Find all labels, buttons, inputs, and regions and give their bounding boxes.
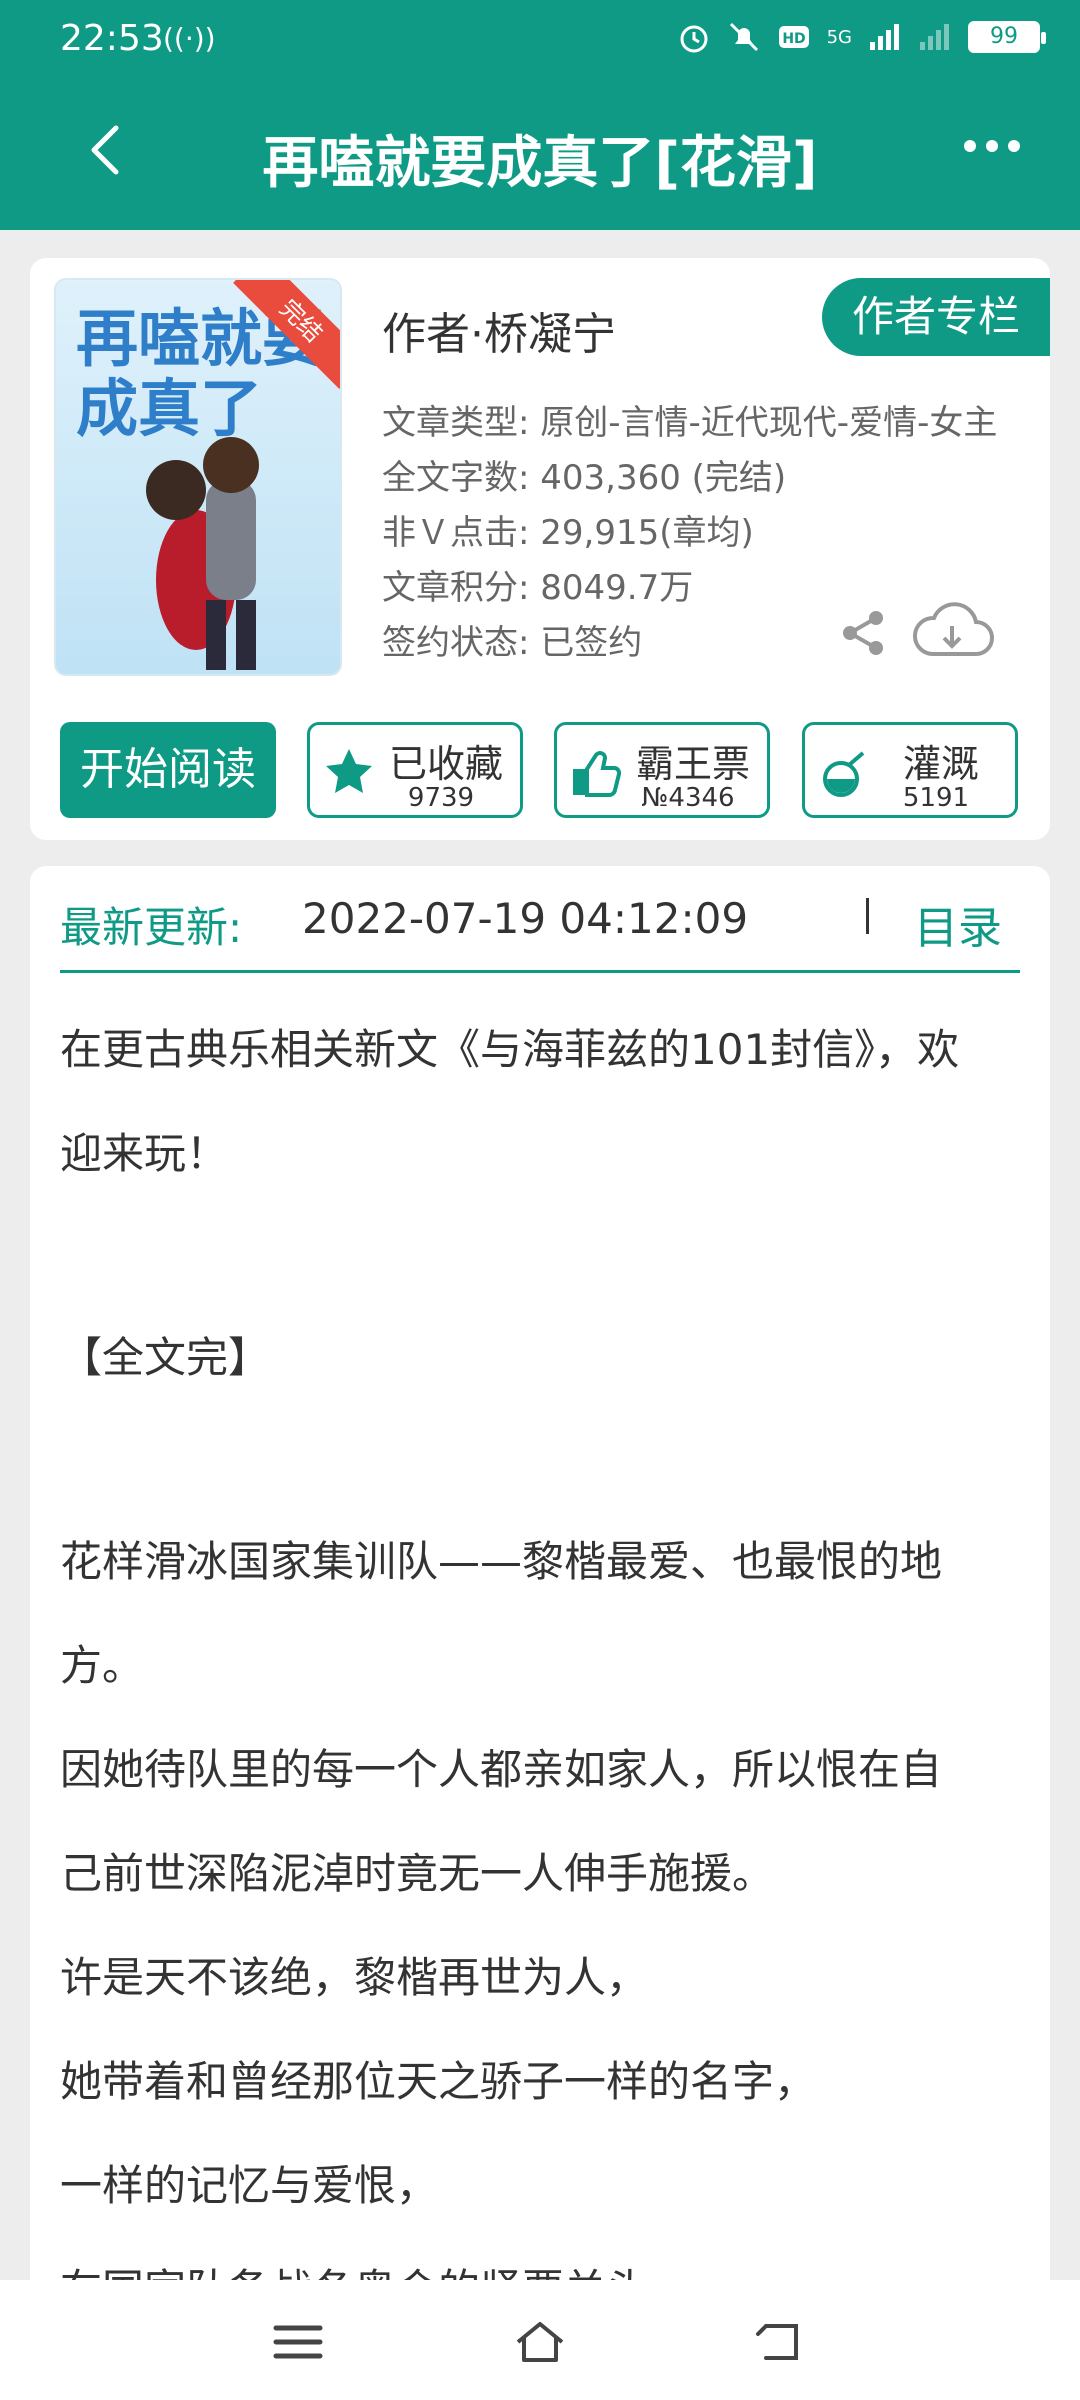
intro-line: 迎来玩！ (60, 1129, 229, 1178)
hotspot-icon: ((·)) (163, 22, 216, 55)
app-header: 22:53 ((·)) HD 5G 99 再嗑就要成真了[花滑] (0, 0, 1080, 230)
book-score: 文章积分: 8049.7万 (382, 568, 694, 608)
book-word-count: 全文字数: 403,360 (完结) (382, 458, 787, 498)
vote-ticket-label: 霸王票 (635, 742, 750, 786)
collect-button[interactable]: 已收藏 9739 (307, 722, 523, 818)
book-meta: 文章类型: 原创-言情-近代现代-爱情-女主 全文字数: 403,360 (完结… (382, 396, 997, 671)
network-type: 5G (826, 26, 852, 48)
latest-update-label: 最新更新: (60, 903, 243, 952)
signal-icon (870, 24, 899, 50)
menu-icon[interactable] (270, 2318, 326, 2366)
book-intro-panel: 最新更新: 2022-07-19 04:12:09 目录 在更古典乐相关新文《与… (30, 866, 1050, 2280)
alarm-icon (680, 25, 708, 53)
collect-count: 9739 (407, 783, 475, 813)
author-column-button[interactable]: 作者专栏 (822, 278, 1050, 356)
battery-indicator: 99 (968, 21, 1046, 53)
author-name[interactable]: 作者·桥凝宁 (382, 298, 616, 362)
intro-line: 【全文完】 (60, 1333, 271, 1382)
star-icon (326, 749, 372, 793)
watering-count: 5191 (902, 783, 970, 813)
svg-text:成真了: 成真了 (76, 372, 262, 445)
thumbs-up-icon (573, 751, 622, 797)
latest-update-time: 2022-07-19 04:12:09 (302, 894, 749, 943)
start-reading-button[interactable]: 开始阅读 (60, 722, 276, 818)
table-of-contents-link[interactable]: 目录 (914, 892, 1002, 956)
back-arrow-icon[interactable] (78, 120, 138, 180)
share-icon[interactable] (838, 608, 888, 658)
home-icon[interactable] (512, 2318, 568, 2366)
intro-line: 己前世深陷泥淖时竟无一人伸手施援。 (60, 1849, 775, 1898)
mute-icon (729, 22, 758, 52)
download-cloud-icon[interactable] (910, 598, 994, 664)
status-bar: 22:53 ((·)) HD 5G 99 (0, 0, 1080, 84)
intro-line: 在国家队备战冬奥会的紧要关头， (60, 2238, 1020, 2280)
book-type: 文章类型: 原创-言情-近代现代-爱情-女主 (382, 403, 998, 443)
watering-label: 灌溉 (902, 742, 979, 786)
more-options-icon[interactable] (962, 136, 1022, 156)
book-cover-image[interactable]: 再嗑就要 成真了 完结 (54, 278, 342, 676)
intro-line: 方。 (60, 1641, 145, 1690)
book-clicks: 非Ｖ点击: 29,915(章均) (382, 513, 754, 553)
intro-line: 花样滑冰国家集训队——黎楷最爱、也最恨的地 (60, 1537, 943, 1586)
divider (866, 898, 869, 934)
back-icon[interactable] (752, 2318, 808, 2366)
hd-icon: HD (778, 26, 809, 48)
watering-button[interactable]: 灌溉 5191 (802, 722, 1018, 818)
status-time: 22:53 (60, 18, 164, 59)
nav-bar: 再嗑就要成真了[花滑] (0, 100, 1080, 210)
signal-weak-icon (920, 24, 949, 50)
status-icons: HD 5G 99 (677, 20, 1046, 54)
intro-line: 因她待队里的每一个人都亲如家人，所以恨在自 (60, 1745, 943, 1794)
intro-line: 一样的记忆与爱恨， (60, 2161, 439, 2210)
system-nav-bar (0, 2280, 1080, 2400)
intro-line: 许是天不该绝，黎楷再世为人， (60, 1953, 649, 2002)
collect-label: 已收藏 (388, 742, 503, 786)
vote-ticket-button[interactable]: 霸王票 №4346 (554, 722, 770, 818)
book-info-card: 再嗑就要 成真了 完结 作者·桥凝宁 作者专栏 文章类型: 原创-言情-近代现代… (30, 258, 1050, 840)
vote-ticket-count: №4346 (641, 783, 735, 813)
watering-flask-icon (823, 751, 865, 797)
divider-line (60, 970, 1020, 973)
book-sign-status: 签约状态: 已签约 (382, 623, 643, 663)
page-title: 再嗑就要成真了[花滑] (262, 131, 818, 196)
svg-text:HD: HD (782, 31, 805, 47)
intro-line: 在更古典乐相关新文《与海菲兹的101封信》，欢 (60, 1025, 960, 1074)
intro-line: 她带着和曾经那位天之骄子一样的名字， (60, 2057, 817, 2106)
